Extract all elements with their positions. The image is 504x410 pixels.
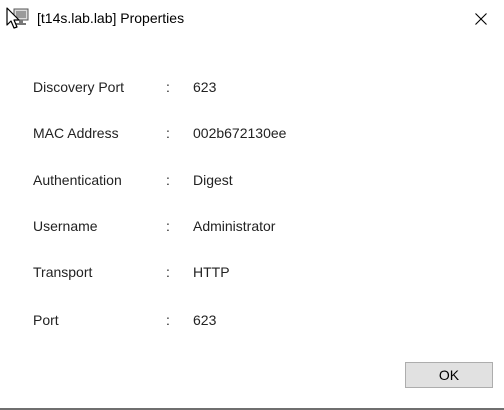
property-separator: : <box>166 125 170 141</box>
property-label: MAC Address <box>33 125 119 141</box>
property-row-mac-address: MAC Address : 002b672130ee <box>0 125 504 145</box>
computer-cursor-icon <box>5 6 31 32</box>
title-bar[interactable]: [t14s.lab.lab] Properties <box>0 0 504 38</box>
property-row-transport: Transport : HTTP <box>0 264 504 284</box>
close-button[interactable] <box>458 0 504 38</box>
property-row-discovery-port: Discovery Port : 623 <box>0 79 504 99</box>
property-value: 623 <box>193 79 217 95</box>
property-separator: : <box>166 264 170 280</box>
property-value: 002b672130ee <box>193 125 287 141</box>
ok-button[interactable]: OK <box>405 362 493 388</box>
property-label: Username <box>33 218 98 234</box>
property-separator: : <box>166 312 170 328</box>
property-row-port: Port : 623 <box>0 312 504 332</box>
properties-dialog: [t14s.lab.lab] Properties Discovery Port… <box>0 0 504 410</box>
property-value: Digest <box>193 172 233 188</box>
property-separator: : <box>166 79 170 95</box>
close-icon <box>475 13 487 25</box>
property-value: Administrator <box>193 218 276 234</box>
property-label: Port <box>33 312 59 328</box>
property-label: Transport <box>33 264 93 280</box>
property-separator: : <box>166 172 170 188</box>
property-separator: : <box>166 218 170 234</box>
property-value: 623 <box>193 312 217 328</box>
property-label: Authentication <box>33 172 122 188</box>
property-row-authentication: Authentication : Digest <box>0 172 504 192</box>
property-label: Discovery Port <box>33 79 125 95</box>
property-row-username: Username : Administrator <box>0 218 504 238</box>
property-value: HTTP <box>193 264 230 280</box>
window-title: [t14s.lab.lab] Properties <box>37 10 185 26</box>
